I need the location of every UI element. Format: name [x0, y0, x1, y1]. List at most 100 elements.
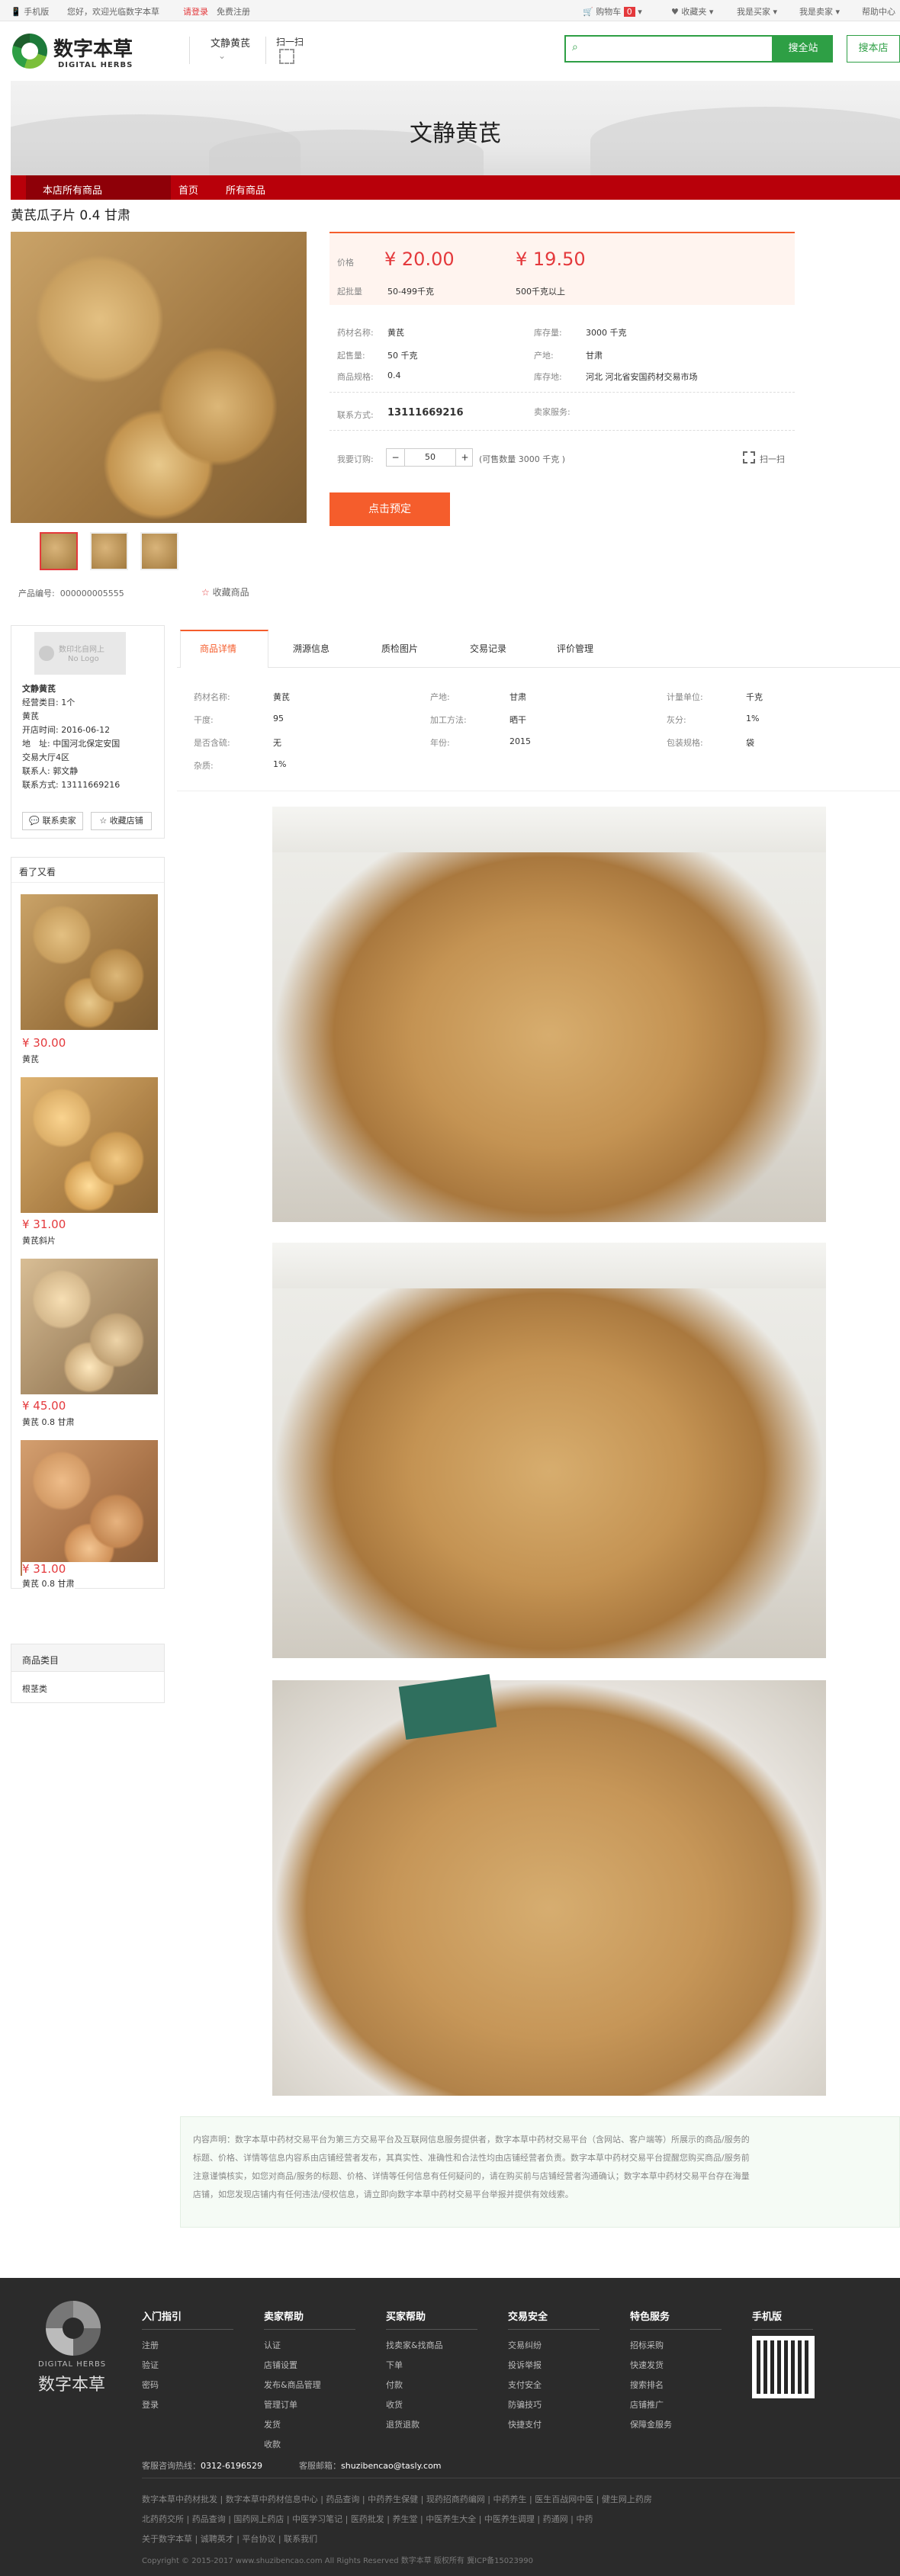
shop-banner: 文静黄芪 [11, 81, 900, 175]
tab-reviews[interactable]: 评价管理 [557, 642, 593, 655]
quantity-stepper[interactable]: − 50 + [386, 448, 473, 467]
hotline: 客服咨询热线：0312-6196529 [142, 2461, 262, 2471]
scan-label: 扫一扫 [760, 454, 785, 464]
header: 数字本草 DIGITAL HERBS 文静黄芪 ⌄ 扫一扫 ⌕ 搜全站 搜本店 [0, 21, 900, 81]
tab-records[interactable]: 交易记录 [470, 642, 506, 655]
product-title: 黄芪瓜子片 0.4 甘肃 [11, 208, 130, 223]
footer-col-security: 交易安全 交易纠纷 投诉举报 支付安全 防骗技巧 快捷支付 [508, 2308, 599, 2438]
seen-price: ¥ 31.00 [22, 1562, 159, 1576]
cart-count: 0 [623, 7, 635, 17]
batch-2: 500千克以上 [516, 287, 565, 297]
contact-seller-button[interactable]: 💬 联系卖家 [22, 812, 83, 830]
price-panel: 价格 ¥ 20.00 ¥ 19.50 起批量 50-499千克 500千克以上 [329, 232, 795, 305]
batch-1: 50-499千克 [387, 287, 434, 297]
category-title: 商品类目 [22, 1655, 59, 1666]
cart-link[interactable]: 🛒 购物车 0 ▾ [583, 5, 642, 18]
footer-col-mobile: 手机版 [752, 2308, 813, 2339]
nav-all-goods[interactable]: 本店所有商品 [43, 182, 102, 197]
seen-name[interactable]: 黄芪 [22, 1053, 39, 1065]
quantity-input[interactable]: 50 [405, 449, 455, 466]
logo-text: 数字本草 [53, 38, 133, 61]
seen-item-image[interactable] [21, 1440, 158, 1576]
shop-name: 文静黄芪 [22, 684, 56, 694]
plus-button[interactable]: + [455, 449, 474, 466]
seen-price: ¥ 30.00 [22, 1036, 66, 1050]
nav-all[interactable]: 所有商品 [226, 182, 265, 197]
seen-title: 看了又看 [19, 867, 56, 877]
friend-links-1: 数字本草中药材批发 | 数字本草中药材信息中心 | 药品查询 | 中药养生保健 … [142, 2494, 652, 2504]
detail-image [272, 807, 826, 1222]
search-shop-button[interactable]: 搜本店 [847, 35, 900, 63]
shop-nav: 本店所有商品 首页 所有商品 [11, 175, 900, 200]
footer-col-services: 特色服务 招标采购 快速发货 搜索排名 店铺推广 保障金服务 [630, 2308, 722, 2438]
login-link[interactable]: 请登录 [183, 5, 208, 18]
price-2: ¥ 19.50 [516, 249, 586, 270]
disclaimer: 内容声明：数字本草中药材交易平台为第三方交易平台及互联网信息服务提供者，数字本草… [180, 2116, 900, 2228]
seen-item-image[interactable] [21, 1077, 158, 1213]
buyer-link[interactable]: 我是买家 ▾ [737, 5, 777, 18]
category-item[interactable]: 根茎类 [22, 1683, 47, 1695]
seller-link[interactable]: 我是卖家 ▾ [799, 5, 840, 18]
fav-shop-button[interactable]: ☆ 收藏店铺 [91, 812, 152, 830]
product-thumbnail[interactable] [140, 532, 178, 570]
product-code: 产品编号: 000000005555 [18, 589, 124, 598]
seen-name[interactable]: 黄芪斜片 [22, 1234, 56, 1246]
footer-col-guide: 入门指引 注册 验证 密码 登录 [142, 2308, 233, 2418]
chat-icon: 💬 [29, 816, 40, 826]
star-icon: ☆ [201, 587, 210, 598]
shop-info-card: 数印北自网上 No Logo 文静黄芪 经营类目: 1个 黄芪 开店时间: 20… [11, 625, 165, 839]
scan-label: 扫一扫 [276, 37, 304, 47]
price-1: ¥ 20.00 [384, 249, 455, 270]
footer-col-seller: 卖家帮助 认证 店铺设置 发布&商品管理 管理订单 发货 收款 [264, 2308, 355, 2458]
register-link[interactable]: 免费注册 [217, 5, 250, 18]
qr-icon[interactable] [279, 49, 294, 64]
product-thumbnail[interactable] [40, 532, 78, 570]
email: 客服邮箱：shuzibencao@tasly.com [299, 2461, 442, 2471]
tab-inspection[interactable]: 质检图片 [381, 642, 418, 655]
tab-detail[interactable]: 商品详情 [200, 642, 236, 655]
seen-item-image[interactable] [21, 1259, 158, 1394]
qr-code-image [752, 2336, 815, 2398]
top-bar: 📱 手机版 您好，欢迎光临数字本草 请登录 免费注册 🛒 购物车 0 ▾ ♥ 收… [0, 0, 900, 21]
detail-image [272, 1673, 826, 2096]
welcome-text: 您好，欢迎光临数字本草 [67, 7, 159, 17]
contact-phone: 13111669216 [387, 407, 464, 419]
seen-name[interactable]: 黄芪 0.8 甘肃 [22, 1416, 75, 1428]
mobile-link[interactable]: 📱 手机版 [11, 5, 49, 18]
copyright: Copyright © 2015-2017 www.shuzibencao.co… [142, 2557, 533, 2565]
shop-logo: 数印北自网上 No Logo [34, 632, 126, 675]
fav-product-button[interactable]: ☆ 收藏商品 [201, 585, 249, 598]
site-logo-icon[interactable] [12, 34, 47, 69]
shop-details: 文静黄芪 经营类目: 1个 黄芪 开店时间: 2016-06-12 地 址: 中… [22, 682, 159, 792]
seen-price: ¥ 31.00 [22, 1217, 66, 1231]
detail-attributes: 药材名称: 黄芪 产地: 甘肃 计量单位: 千克 干度: 95 加工方法: 晒干 灰分: 1… [177, 682, 900, 791]
search-site-button[interactable]: 搜全站 [773, 35, 833, 63]
chevron-down-icon[interactable]: ⌄ [218, 50, 226, 61]
footer-col-buyer: 买家帮助 找卖家&找商品 下单 付款 收货 退货退款 [386, 2308, 477, 2438]
search-input[interactable]: ⌕ [564, 35, 773, 63]
label-tag [398, 1673, 497, 1740]
footer: DIGITAL HERBS 数字本草 入门指引 注册 验证 密码 登录 卖家帮助… [0, 2278, 900, 2576]
product-main-image [11, 232, 307, 523]
minus-button[interactable]: − [387, 449, 405, 466]
seen-also-box: 看了又看 ¥ 30.00 黄芪 ¥ 31.00 黄芪斜片 ¥ 45.00 黄芪 … [11, 857, 165, 1590]
preorder-button[interactable]: 点击预定 [329, 492, 450, 526]
banner-title: 文静黄芪 [410, 120, 501, 147]
available-qty: (可售数量 3000 千克 ) [479, 454, 566, 464]
divider [189, 37, 190, 64]
tab-trace[interactable]: 溯源信息 [293, 642, 329, 655]
category-box: 商品类目 根茎类 [11, 1644, 165, 1703]
product-thumbnail[interactable] [90, 532, 128, 570]
favorites-link[interactable]: ♥ 收藏夹 ▾ [671, 5, 713, 18]
seen-item-image[interactable] [21, 894, 158, 1030]
seen-price: ¥ 45.00 [22, 1399, 66, 1413]
nav-home[interactable]: 首页 [178, 182, 198, 197]
search-icon: ⌕ [572, 41, 578, 53]
detail-tabs: 商品详情 溯源信息 质检图片 交易记录 评价管理 [177, 630, 900, 668]
help-link[interactable]: 帮助中心 [862, 5, 895, 18]
qr-icon[interactable] [743, 451, 755, 464]
detail-image [272, 1243, 826, 1658]
logo-english: DIGITAL HERBS [58, 61, 133, 69]
seen-name[interactable]: 黄芪 0.8 甘肃 [22, 1577, 75, 1590]
friend-links-2: 北药药交所 | 药品查询 | 国药网上药店 | 中医学习笔记 | 医药批发 | … [142, 2514, 593, 2524]
